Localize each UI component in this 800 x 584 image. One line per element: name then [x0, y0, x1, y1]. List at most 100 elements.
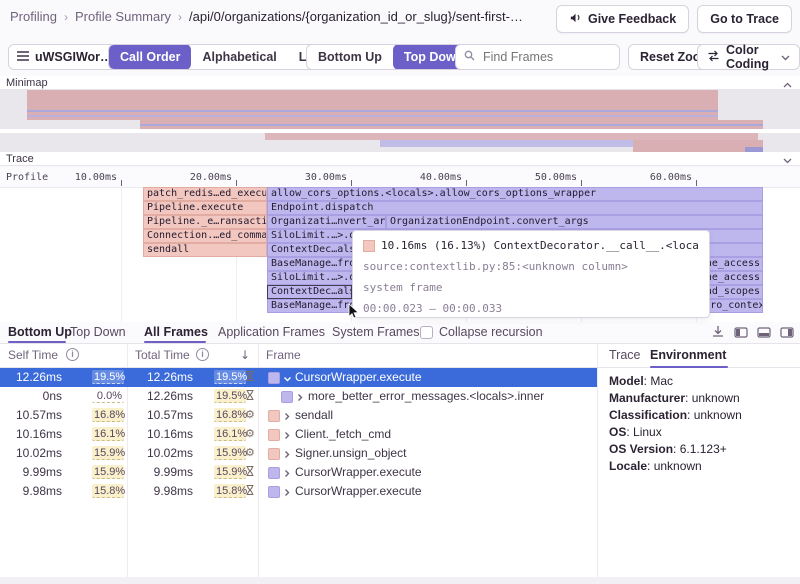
self-time-value: 10.16ms — [16, 427, 62, 441]
trace-header[interactable]: Trace — [0, 152, 800, 166]
frame-name[interactable]: CursorWrapper.execute — [295, 484, 422, 498]
sort-descending-icon[interactable]: ↓ — [240, 348, 250, 362]
flame-frame[interactable]: patch_redis…ed_execute — [143, 187, 267, 201]
frame-color-swatch — [268, 429, 280, 441]
frame-name[interactable]: CursorWrapper.execute — [295, 370, 422, 384]
chevron-right-icon[interactable] — [283, 448, 291, 462]
chevron-down-icon — [781, 50, 790, 64]
flame-frame[interactable]: Connection.…ed_command — [143, 229, 267, 243]
table-row[interactable]: 0ns0.0%12.26ms19.5%more_better_error_mes… — [0, 387, 597, 406]
search-input[interactable] — [481, 49, 646, 65]
axis-tick-label: 30.00ms — [301, 172, 347, 183]
self-time-percent: 19.5% — [92, 370, 124, 384]
self-time-percent: 16.1% — [92, 427, 124, 441]
flame-frame[interactable]: Organizati…nvert_args — [267, 215, 386, 229]
flame-frame[interactable]: sendall — [143, 243, 267, 257]
frame-color-swatch — [268, 486, 280, 498]
minimap-header[interactable]: Minimap — [0, 76, 800, 90]
table-row[interactable]: 9.98ms15.8%9.98ms15.8%CursorWrapper.exec… — [0, 482, 597, 501]
chevron-right-icon[interactable] — [283, 467, 291, 481]
layout-bottom-icon[interactable] — [757, 325, 771, 343]
tooltip-source: source:contextlib.py:85:<unknown column> — [363, 260, 699, 273]
axis-tick-label: 10.00ms — [71, 172, 117, 183]
chevron-right-icon[interactable] — [296, 391, 304, 405]
chevron-down-icon[interactable] — [283, 372, 292, 386]
tab-alphabetical[interactable]: Alphabetical — [191, 44, 287, 70]
self-time-percent: 0.0% — [92, 389, 124, 403]
frame-color-swatch — [268, 448, 280, 460]
breadcrumb: Profiling › Profile Summary › /api/0/org… — [10, 9, 523, 24]
tab-system-frames[interactable]: System Frames — [332, 322, 420, 343]
panel-divider[interactable] — [597, 344, 598, 577]
frame-name[interactable]: Client._fetch_cmd — [295, 427, 391, 441]
find-frames-search[interactable]: i — [455, 44, 620, 70]
table-row[interactable]: 10.16ms16.1%10.16ms16.1%⚙Client._fetch_c… — [0, 425, 597, 444]
profiling-flamegraph-app: Profiling › Profile Summary › /api/0/org… — [0, 0, 800, 584]
self-time-column-header[interactable]: Self Time — [8, 348, 58, 362]
table-row[interactable]: 12.26ms19.5%12.26ms19.5%CursorWrapper.ex… — [0, 368, 597, 387]
total-time-value: 9.99ms — [154, 465, 193, 479]
tab-all-frames[interactable]: All Frames — [144, 322, 208, 343]
tab-trace-details[interactable]: Trace — [609, 348, 641, 362]
collapse-recursion-label[interactable]: Collapse recursion — [439, 322, 543, 343]
tab-application-frames[interactable]: Application Frames — [218, 322, 325, 343]
chevron-down-icon[interactable] — [783, 154, 792, 168]
detail-manufacturer: Manufacturer: unknown — [609, 391, 794, 405]
self-time-value: 10.02ms — [16, 446, 62, 460]
trace-title: Trace — [6, 153, 34, 165]
top-bar: Profiling › Profile Summary › /api/0/org… — [0, 0, 800, 38]
flame-frame[interactable]: Pipeline._e…ransaction — [143, 215, 267, 229]
go-to-trace-label: Go to Trace — [710, 12, 779, 26]
flame-frame[interactable]: Pipeline.execute — [143, 201, 267, 215]
go-to-trace-button[interactable]: Go to Trace — [697, 5, 792, 33]
chevron-right-icon[interactable] — [283, 486, 291, 500]
layout-right-icon[interactable] — [780, 325, 794, 343]
total-time-column-header[interactable]: Total Time — [135, 348, 190, 362]
frame-name[interactable]: sendall — [295, 408, 333, 422]
give-feedback-label: Give Feedback — [588, 12, 676, 26]
frame-column-header[interactable]: Frame — [266, 348, 301, 362]
tab-bottom-up-table[interactable]: Bottom Up — [8, 322, 72, 343]
frame-color-swatch — [281, 391, 293, 403]
axis-tick-mark — [351, 180, 352, 186]
flame-frame[interactable]: allow_cors_options.<locals>.allow_cors_o… — [267, 187, 763, 201]
active-tab-underline — [8, 341, 66, 343]
tab-environment-details[interactable]: Environment — [650, 348, 726, 362]
table-row[interactable]: 10.02ms15.9%10.02ms15.9%⚙Signer.unsign_o… — [0, 444, 597, 463]
hourglass-icon — [245, 370, 257, 384]
breadcrumb-profile-summary[interactable]: Profile Summary — [75, 9, 171, 24]
tab-call-order[interactable]: Call Order — [109, 44, 191, 70]
breadcrumb-profiling[interactable]: Profiling — [10, 9, 57, 24]
layout-left-icon[interactable] — [734, 325, 748, 343]
tooltip-frame-type: system frame — [363, 281, 699, 294]
axis-tick-mark — [696, 180, 697, 186]
breadcrumb-transaction: /api/0/organizations/{organization_id_or… — [189, 9, 523, 24]
chevron-right-icon[interactable] — [283, 410, 291, 424]
tab-bottom-up[interactable]: Bottom Up — [307, 44, 393, 70]
chevron-right-icon[interactable] — [283, 429, 291, 443]
axis-tick-label: 40.00ms — [416, 172, 462, 183]
gear-icon: ⚙ — [245, 427, 257, 441]
tab-top-down-table[interactable]: Top Down — [70, 322, 126, 343]
minimap-canvas[interactable] — [0, 90, 800, 152]
flame-frame[interactable]: ContextDec…als>.i — [267, 285, 352, 299]
info-icon: i — [66, 348, 79, 361]
table-row[interactable]: 10.57ms16.8%10.57ms16.8%⚙sendall — [0, 406, 597, 425]
flame-frame[interactable]: OrganizationEndpoint.convert_args — [386, 215, 763, 229]
table-row[interactable]: 9.99ms15.9%9.99ms15.9%CursorWrapper.exec… — [0, 463, 597, 482]
minimap-band — [633, 140, 763, 147]
frame-name[interactable]: CursorWrapper.execute — [295, 465, 422, 479]
frame-name[interactable]: more_better_error_messages.<locals>.inne… — [308, 389, 544, 403]
download-icon[interactable] — [711, 325, 725, 343]
collapse-recursion-checkbox[interactable] — [420, 326, 433, 339]
color-coding-button[interactable]: Color Coding — [697, 44, 800, 70]
give-feedback-button[interactable]: Give Feedback — [556, 5, 689, 33]
frame-color-swatch — [268, 410, 280, 422]
total-time-value: 12.26ms — [147, 370, 193, 384]
active-tab-underline — [144, 341, 206, 343]
flame-frame[interactable]: Endpoint.dispatch — [267, 201, 763, 215]
frame-name[interactable]: Signer.unsign_object — [295, 446, 406, 460]
hourglass-icon — [245, 389, 257, 403]
flamegraph-toolbar: uWSGIWor… Call Order Alphabetical Left H… — [0, 42, 800, 74]
thread-label: uWSGIWor… — [35, 50, 113, 64]
